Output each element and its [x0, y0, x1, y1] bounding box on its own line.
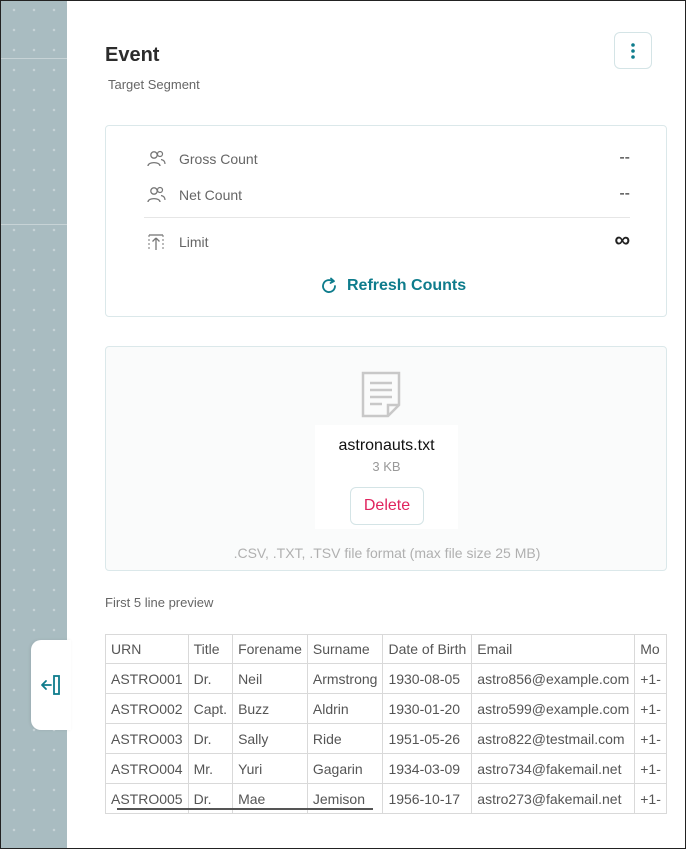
kebab-menu-icon [631, 42, 635, 59]
table-header-row: URN Title Forename Surname Date of Birth… [105, 634, 667, 664]
gross-count-value: -- [619, 149, 630, 166]
column-header: Mo [634, 634, 667, 664]
table-cell: Buzz [232, 693, 308, 724]
horizontal-scrollbar[interactable] [117, 808, 373, 810]
refresh-counts-button[interactable]: Refresh Counts [319, 275, 466, 297]
table-cell: Neil [232, 663, 308, 694]
table-cell: 1934-03-09 [382, 753, 473, 784]
users-icon [147, 150, 166, 167]
table-cell: +1- [634, 663, 667, 694]
column-header: Forename [232, 634, 308, 664]
file-format-note: .CSV, .TXT, .TSV file format (max file s… [233, 545, 541, 561]
limit-value: ∞ [614, 227, 630, 252]
table-cell: Armstrong [306, 663, 384, 694]
table-cell: ASTRO001 [105, 663, 189, 694]
delete-file-button[interactable]: Delete [350, 487, 424, 525]
table-cell: Gagarin [306, 753, 384, 784]
canvas-line [0, 224, 67, 225]
preview-table: URN Title Forename Surname Date of Birth… [105, 634, 667, 814]
table-cell: Dr. [187, 663, 234, 694]
table-cell: astro822@testmail.com [471, 723, 636, 754]
table-cell: +1- [634, 753, 667, 784]
document-icon [361, 371, 401, 418]
refresh-counts-label: Refresh Counts [347, 277, 467, 294]
table-cell: astro599@example.com [471, 693, 636, 724]
net-count-row: Net Count -- [146, 184, 630, 206]
gross-count-label: Gross Count [179, 151, 258, 167]
gross-count-row: Gross Count -- [146, 148, 630, 170]
column-header: Email [471, 634, 636, 664]
refresh-icon [322, 277, 336, 293]
limit-icon [148, 234, 164, 250]
table-row: ASTRO004 Mr. Yuri Gagarin 1934-03-09 ast… [105, 753, 667, 784]
preview-label: First 5 line preview [105, 595, 214, 610]
column-header: Title [187, 634, 234, 664]
table-cell: 1930-08-05 [382, 663, 473, 694]
table-cell: ASTRO002 [105, 693, 189, 724]
table-cell: +1- [634, 723, 667, 754]
table-cell: Ride [306, 723, 384, 754]
limit-row: Limit ∞ [146, 227, 630, 253]
table-cell: Capt. [187, 693, 234, 724]
table-cell: astro856@example.com [471, 663, 636, 694]
file-upload-card: astronauts.txt 3 KB Delete .CSV, .TXT, .… [105, 346, 667, 571]
preview-table-container[interactable]: URN Title Forename Surname Date of Birth… [105, 634, 668, 814]
table-cell: Aldrin [306, 693, 384, 724]
table-cell: +1- [634, 693, 667, 724]
net-count-label: Net Count [179, 187, 243, 203]
table-cell: 1956-10-17 [382, 783, 473, 814]
table-cell: astro734@fakemail.net [471, 753, 636, 784]
collapse-panel-button[interactable] [31, 640, 71, 730]
column-header: Surname [306, 634, 384, 664]
table-cell: ASTRO004 [105, 753, 189, 784]
table-row: ASTRO001 Dr. Neil Armstrong 1930-08-05 a… [105, 663, 667, 694]
details-panel: Event Target Segment Gross Count -- Net … [67, 0, 686, 849]
table-cell: Sally [232, 723, 308, 754]
more-options-button[interactable] [614, 32, 652, 69]
counts-card: Gross Count -- Net Count -- Limit ∞ Refr… [105, 125, 667, 317]
table-cell: ASTRO003 [105, 723, 189, 754]
table-row: ASTRO002 Capt. Buzz Aldrin 1930-01-20 as… [105, 693, 667, 724]
page-title: Event [105, 44, 160, 66]
net-count-value: -- [619, 185, 630, 202]
table-cell: 1951-05-26 [382, 723, 473, 754]
canvas-line [0, 58, 67, 59]
file-name: astronauts.txt [338, 437, 435, 454]
users-icon [147, 186, 166, 203]
file-size: 3 KB [372, 459, 401, 474]
collapse-arrow-icon [41, 675, 60, 695]
column-header: Date of Birth [382, 634, 473, 664]
table-cell: +1- [634, 783, 667, 814]
column-header: URN [105, 634, 189, 664]
table-cell: Dr. [187, 723, 234, 754]
limit-label: Limit [179, 234, 209, 250]
page-subtitle: Target Segment [108, 77, 200, 92]
table-cell: Mr. [187, 753, 234, 784]
table-cell: astro273@fakemail.net [471, 783, 636, 814]
table-row: ASTRO003 Dr. Sally Ride 1951-05-26 astro… [105, 723, 667, 754]
divider [144, 217, 630, 218]
table-cell: Yuri [232, 753, 308, 784]
uploaded-file: astronauts.txt 3 KB Delete [315, 425, 458, 529]
table-cell: 1930-01-20 [382, 693, 473, 724]
